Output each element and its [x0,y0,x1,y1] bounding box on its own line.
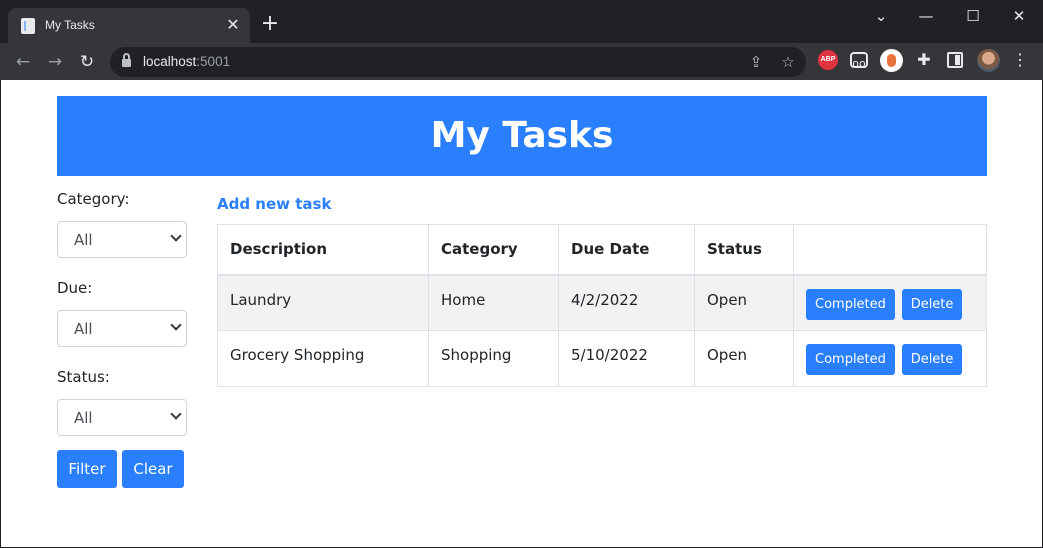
category-select-value: All [74,231,93,249]
delete-button[interactable]: Delete [901,288,963,320]
header-status: Status [694,224,794,276]
status-select-value: All [74,409,93,427]
delete-button[interactable]: Delete [901,344,963,375]
table-header-row: Description Category Due Date Status [217,224,987,276]
add-new-task-link[interactable]: Add new task [217,195,331,213]
forward-icon[interactable]: → [44,51,66,73]
adblock-extension-icon[interactable]: ABP [818,50,838,70]
extension-circle-icon[interactable] [880,49,903,72]
header-description: Description [217,224,429,276]
profile-avatar[interactable] [977,49,1000,72]
due-select-value: All [74,320,93,338]
glasses-extension-icon[interactable]: oo [850,52,868,70]
task-status: Open [694,330,794,387]
header-due-date: Due Date [558,224,695,276]
tab-search-icon[interactable]: ⌄ [861,4,901,28]
minimize-icon[interactable]: — [906,4,946,28]
extensions-puzzle-icon[interactable]: ✚ [914,50,934,70]
address-bar[interactable]: localhost:5001 ⇪ ☆ [110,47,806,77]
status-label: Status: [57,368,110,386]
task-actions: Completed Delete [793,330,987,387]
chevron-down-icon [170,320,180,330]
task-category: Shopping [428,330,559,387]
page-title: My Tasks [430,115,614,156]
lock-icon[interactable] [122,53,131,67]
header-category: Category [428,224,559,276]
status-select[interactable]: All [57,399,187,436]
task-actions: Completed Delete [793,274,987,331]
new-tab-icon[interactable]: + [260,13,280,35]
chevron-down-icon [170,409,180,419]
table-row: Grocery Shopping Shopping 5/10/2022 Open… [217,330,987,387]
maximize-icon[interactable]: ☐ [953,4,993,28]
task-due-date: 5/10/2022 [558,330,695,387]
header-actions [793,224,987,276]
completed-button[interactable]: Completed [806,344,895,375]
page-content: My Tasks Category: All Due: All Status: … [0,80,1043,548]
category-select[interactable]: All [57,221,187,258]
task-due-date: 4/2/2022 [558,274,695,331]
task-description: Grocery Shopping [217,330,429,387]
table-row: Laundry Home 4/2/2022 Open Completed Del… [217,274,987,331]
task-description: Laundry [217,274,429,331]
due-label: Due: [57,279,93,297]
side-panel-icon[interactable] [947,52,963,68]
filter-panel: Category: All Due: All Status: All [57,190,197,457]
completed-button[interactable]: Completed [806,288,895,320]
browser-tab[interactable]: My Tasks ✕ [8,8,250,43]
tab-title: My Tasks [45,18,95,32]
page-favicon-icon [21,18,35,34]
tasks-table: Description Category Due Date Status Lau… [217,224,987,387]
window-frame-left [0,80,1,548]
bookmark-star-icon[interactable]: ☆ [778,52,798,72]
url-text[interactable]: localhost:5001 [143,54,230,69]
close-window-icon[interactable]: ✕ [999,4,1039,28]
back-icon[interactable]: ← [12,51,34,73]
header-banner: My Tasks [57,96,987,176]
chevron-down-icon [170,231,180,241]
due-select[interactable]: All [57,310,187,347]
close-tab-icon[interactable]: ✕ [223,15,243,35]
browser-titlebar: My Tasks ✕ + ⌄ — ☐ ✕ [0,0,1043,43]
share-icon[interactable]: ⇪ [746,52,766,72]
reload-icon[interactable]: ↻ [76,51,98,73]
filter-button[interactable]: Filter [57,450,117,488]
task-status: Open [694,274,794,331]
browser-menu-icon[interactable]: ⋮ [1012,50,1028,70]
task-category: Home [428,274,559,331]
category-label: Category: [57,190,130,208]
clear-button[interactable]: Clear [122,450,184,488]
